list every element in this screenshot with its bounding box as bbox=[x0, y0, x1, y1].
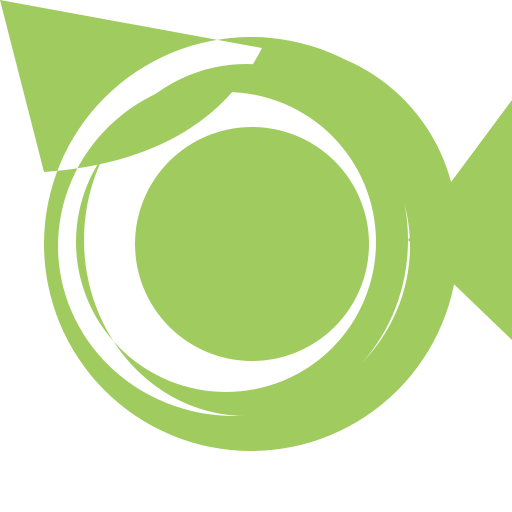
logo-canvas bbox=[0, 0, 512, 512]
center-disc bbox=[135, 127, 369, 361]
swirl-logo-icon bbox=[0, 0, 512, 451]
